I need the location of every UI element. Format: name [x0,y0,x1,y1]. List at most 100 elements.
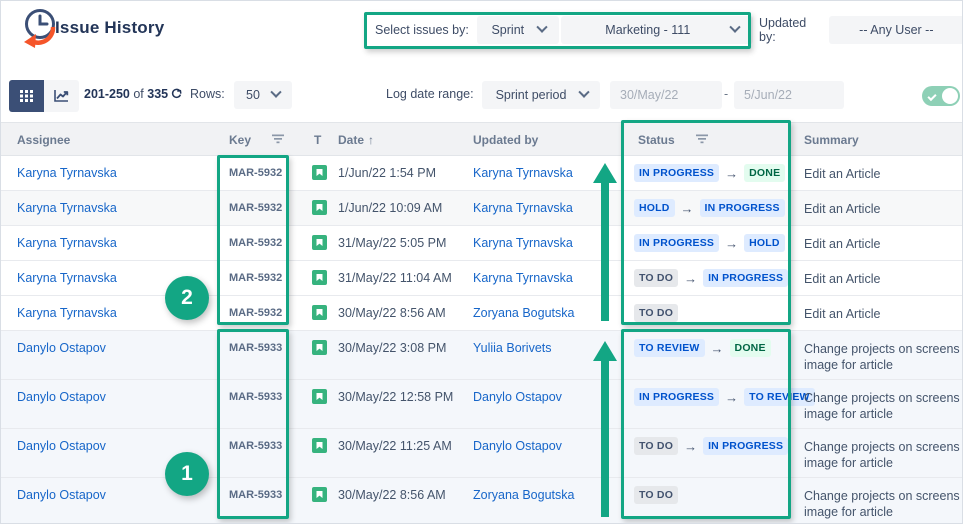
date-to-input[interactable]: 5/Jun/22 [734,81,844,109]
status-transition-arrow-icon: → [725,235,739,251]
date-from-input[interactable]: 30/May/22 [610,81,722,109]
status-transition-arrow-icon: → [680,200,694,216]
cell-issue-key[interactable]: MAR-5933 [229,489,282,501]
status-transition-arrow-icon: → [684,270,698,286]
story-icon [312,235,327,250]
filter-icon[interactable] [271,133,285,151]
table-row[interactable]: Karyna Tyrnavska MAR-5932 1/Jun/22 1:54 PM… [1,156,962,191]
cell-issue-key[interactable]: MAR-5932 [229,167,282,179]
column-header-date-label: Date [338,133,365,147]
status-badge-to: DONE [729,339,771,357]
table-row[interactable]: Karyna Tyrnavska MAR-5932 30/May/22 8:56 A… [1,296,962,331]
cell-status: IN PROGRESS → TO REVIEW [634,388,815,406]
cell-updated-by[interactable]: Karyna Tyrnavska [473,166,573,180]
column-header-key[interactable]: Key [229,133,251,147]
cell-updated-by[interactable]: Zoryana Bogutska [473,306,574,320]
table-row[interactable]: Karyna Tyrnavska MAR-5932 31/May/22 11:04 … [1,261,962,296]
cell-updated-by[interactable]: Zoryana Bogutska [473,488,574,502]
column-header-status[interactable]: Status [638,133,675,147]
cell-summary: Edit an Article [804,272,881,286]
annotation-badge-2: 2 [165,276,209,320]
cell-assignee[interactable]: Danylo Ostapov [17,390,106,404]
grid-view-icon[interactable] [9,80,44,112]
table-row[interactable]: Karyna Tyrnavska MAR-5932 1/Jun/22 10:09 A… [1,191,962,226]
toggle-knob [942,88,958,104]
column-header-type[interactable]: T [314,133,321,147]
date-range-separator: - [724,87,729,101]
cell-updated-by[interactable]: Karyna Tyrnavska [473,236,573,250]
display-toggle-switch[interactable] [922,86,960,106]
status-transition-arrow-icon: → [725,389,739,405]
table-row[interactable]: Karyna Tyrnavska MAR-5932 31/May/22 5:05 P… [1,226,962,261]
select-issues-board-dropdown[interactable]: Marketing - 111 [560,16,753,44]
cell-assignee[interactable]: Karyna Tyrnavska [17,201,117,215]
updated-by-value: -- Any User -- [859,23,934,37]
chevron-down-icon [578,86,591,98]
cell-updated-by[interactable]: Karyna Tyrnavska [473,201,573,215]
table-row[interactable]: Danylo Ostapov MAR-5933 30/May/22 12:58 PM… [1,380,962,429]
filter-icon[interactable] [695,133,709,151]
cell-assignee[interactable]: Karyna Tyrnavska [17,236,117,250]
chart-view-icon[interactable] [44,80,79,112]
column-header-summary[interactable]: Summary [804,133,859,147]
cell-assignee[interactable]: Karyna Tyrnavska [17,271,117,285]
check-icon [927,91,937,101]
status-badge-to: IN PROGRESS [703,437,789,455]
refresh-icon[interactable] [170,87,183,103]
cell-date: 1/Jun/22 1:54 PM [338,166,436,180]
cell-issue-key[interactable]: MAR-5932 [229,272,282,284]
sort-ascending-icon: ↑ [368,133,375,147]
record-total: 335 [147,87,169,101]
cell-updated-by[interactable]: Karyna Tyrnavska [473,271,573,285]
story-icon [312,270,327,285]
select-issues-group: Select issues by: Sprint Marketing - 111 [369,16,753,44]
cell-date: 30/May/22 8:56 AM [338,488,446,502]
cell-issue-key[interactable]: MAR-5932 [229,202,282,214]
status-badge-from: TO REVIEW [634,339,705,357]
cell-assignee[interactable]: Karyna Tyrnavska [17,306,117,320]
cell-summary: Edit an Article [804,202,881,216]
cell-updated-by[interactable]: Yuliia Borivets [473,341,552,355]
table-row[interactable]: Danylo Ostapov MAR-5933 30/May/22 3:08 PM Y… [1,331,962,380]
rows-per-page-dropdown[interactable]: 50 [234,81,292,109]
story-icon [312,389,327,404]
page-title: Issue History [55,18,165,37]
cell-issue-key[interactable]: MAR-5933 [229,440,282,452]
column-header-updated-by[interactable]: Updated by [473,133,538,147]
cell-assignee[interactable]: Karyna Tyrnavska [17,166,117,180]
cell-date: 31/May/22 5:05 PM [338,236,447,250]
cell-assignee[interactable]: Danylo Ostapov [17,488,106,502]
updated-by-group: Updated by: -- Any User -- [759,16,962,44]
column-header-assignee[interactable]: Assignee [17,133,70,147]
cell-updated-by[interactable]: Danylo Ostapov [473,439,562,453]
annotation-badge-1: 1 [165,452,209,496]
column-header-date[interactable]: Date ↑ [338,133,374,147]
status-transition-arrow-icon: → [684,438,698,454]
table-row[interactable]: Danylo Ostapov MAR-5933 30/May/22 11:25 AM… [1,429,962,478]
cell-issue-key[interactable]: MAR-5932 [229,237,282,249]
cell-issue-key[interactable]: MAR-5933 [229,342,282,354]
log-date-range-dropdown[interactable]: Sprint period [482,81,600,109]
chevron-down-icon [729,21,741,33]
cell-issue-key[interactable]: MAR-5933 [229,391,282,403]
cell-summary: Edit an Article [804,307,881,321]
table-row[interactable]: Danylo Ostapov MAR-5933 30/May/22 8:56 AM Z… [1,478,962,523]
record-range: 201-250 [84,87,130,101]
select-issues-type-dropdown[interactable]: Sprint [476,16,559,44]
status-badge-from: TO DO [634,486,679,504]
cell-date: 1/Jun/22 10:09 AM [338,201,443,215]
cell-status: IN PROGRESS → HOLD [634,234,785,252]
cell-issue-key[interactable]: MAR-5932 [229,307,282,319]
cell-status: TO REVIEW → DONE [634,339,771,357]
cell-assignee[interactable]: Danylo Ostapov [17,341,106,355]
story-icon [312,438,327,453]
cell-assignee[interactable]: Danylo Ostapov [17,439,106,453]
cell-updated-by[interactable]: Danylo Ostapov [473,390,562,404]
updated-by-dropdown[interactable]: -- Any User -- [828,16,962,44]
status-badge-from: HOLD [634,199,675,217]
cell-summary: Change projects on screens image for art… [804,440,960,470]
cell-status: TO DO → IN PROGRESS [634,269,789,287]
cell-status: HOLD → IN PROGRESS [634,199,785,217]
status-transition-arrow-icon: → [710,340,724,356]
story-icon [312,340,327,355]
